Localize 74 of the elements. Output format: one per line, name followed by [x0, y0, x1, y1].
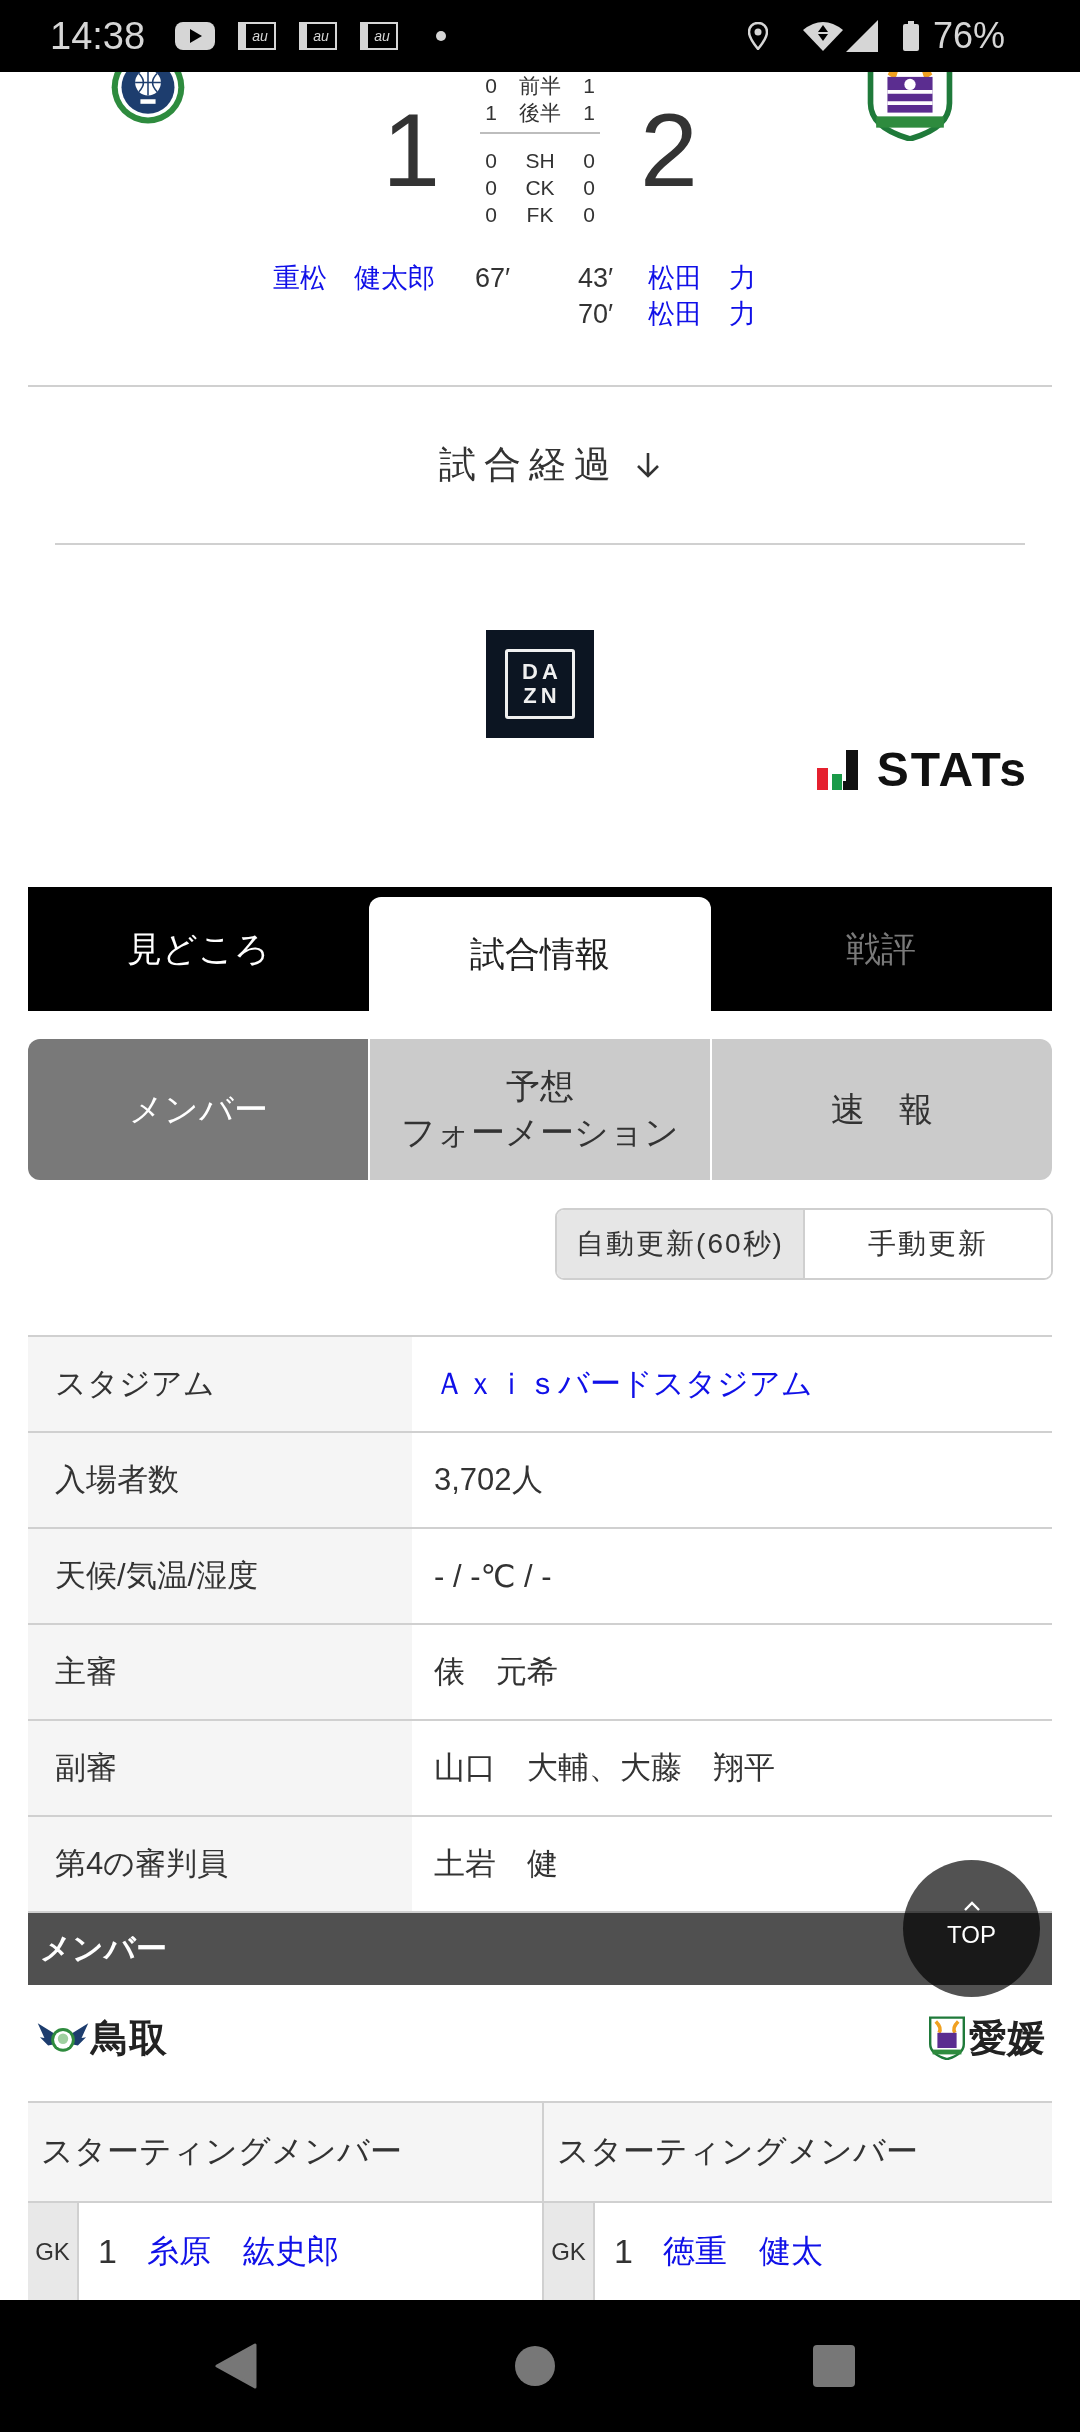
table-cell: スタジアム: [28, 1337, 412, 1431]
crest-icon: [110, 72, 186, 125]
column-header: スターティングメンバー: [28, 2103, 542, 2203]
status-time: 14:38: [50, 17, 146, 55]
sub-tab[interactable]: 速 報: [712, 1039, 1052, 1180]
tab[interactable]: 見どころ: [28, 887, 370, 1011]
cell-value: 俵 元希: [434, 1653, 558, 1691]
shirt-number: 1: [98, 2232, 117, 2271]
shirt-number: 1: [614, 2232, 633, 2271]
stat-value: 0: [484, 150, 498, 171]
stat-label: 前半: [518, 75, 562, 96]
position-cell: GK: [544, 2203, 595, 2300]
back-icon[interactable]: [215, 2343, 257, 2389]
column-header: スターティングメンバー: [544, 2103, 1052, 2203]
carrier-notification: au: [360, 22, 399, 50]
segment-button[interactable]: 手動更新: [803, 1210, 1051, 1278]
carrier-notification: au: [299, 22, 338, 50]
chevron-up-icon: [962, 1900, 981, 1911]
goal-minute: 43′: [577, 264, 614, 292]
table-cell: 入場者数: [28, 1433, 412, 1527]
player-link[interactable]: 徳重 健太: [662, 2229, 823, 2274]
battery-icon: [902, 21, 919, 51]
player-link[interactable]: 松田 力: [640, 264, 756, 292]
stadium-link[interactable]: Ａｘｉｓバードスタジアム: [434, 1363, 813, 1405]
stat-value: 0: [582, 177, 596, 198]
stat-value: 1: [582, 75, 596, 96]
bar-chart-icon: [816, 750, 859, 790]
home-score: 1: [382, 98, 440, 202]
stat-label: SH: [524, 150, 556, 171]
sub-tab[interactable]: メンバー: [28, 1039, 368, 1180]
stat-value: 0: [582, 150, 596, 171]
cell-value: - / -℃ / -: [434, 1557, 552, 1595]
cell-value: 山口 大輔、大藤 翔平: [434, 1749, 775, 1787]
segment-button[interactable]: 自動更新(60秒): [557, 1210, 803, 1278]
logo-text: STATs: [876, 746, 1028, 794]
table-cell: 主審: [28, 1625, 412, 1719]
wifi-icon: [802, 21, 843, 51]
stat-label: FK: [525, 204, 555, 225]
carrier-notification: au: [238, 22, 277, 50]
signal-icon: [845, 20, 878, 52]
stat-value: 0: [484, 204, 498, 225]
battery-percentage: 76%: [932, 18, 1005, 54]
away-score: 2: [640, 98, 698, 202]
table-cell: 天候/気温/湿度: [28, 1529, 412, 1623]
stat-value: 1: [484, 102, 498, 123]
home-icon[interactable]: [515, 2346, 555, 2386]
cell-value: 3,702人: [434, 1461, 543, 1499]
match-progress-toggle[interactable]: 試合経過: [419, 440, 661, 490]
stat-value: 0: [484, 177, 498, 198]
goal-minute: 70′: [577, 300, 614, 328]
team-name: 鳥取: [91, 2015, 167, 2061]
player-link[interactable]: 糸原 紘史郎: [146, 2229, 339, 2274]
shield-crest-icon: [927, 2016, 967, 2060]
table-cell: 第4の審判員: [28, 1817, 412, 1911]
position-cell: GK: [28, 2203, 79, 2300]
player-link[interactable]: 松田 力: [640, 300, 756, 328]
video-play-icon: [175, 22, 216, 50]
player-link[interactable]: 重松 健太郎: [273, 264, 440, 292]
stat-value: 1: [582, 102, 596, 123]
stat-label: CK: [524, 177, 556, 198]
cell-value: 土岩 健: [434, 1845, 558, 1883]
back-to-top-button[interactable]: TOP: [903, 1860, 1040, 1997]
location-pin-icon: [747, 22, 768, 50]
sub-tab[interactable]: 予想 フォーメーション: [370, 1039, 710, 1180]
broadcaster-logo: DA ZN: [486, 630, 594, 738]
stat-value: 0: [484, 75, 498, 96]
stat-value: 0: [582, 204, 596, 225]
goal-minute: 67′: [474, 264, 511, 292]
tab[interactable]: 試合情報: [369, 897, 711, 1011]
dot-icon: [436, 31, 447, 41]
team-name: 愛媛: [969, 2015, 1045, 2061]
table-cell: 副審: [28, 1721, 412, 1815]
stat-label: 後半: [518, 102, 562, 123]
arrow-down-icon: [635, 452, 661, 478]
